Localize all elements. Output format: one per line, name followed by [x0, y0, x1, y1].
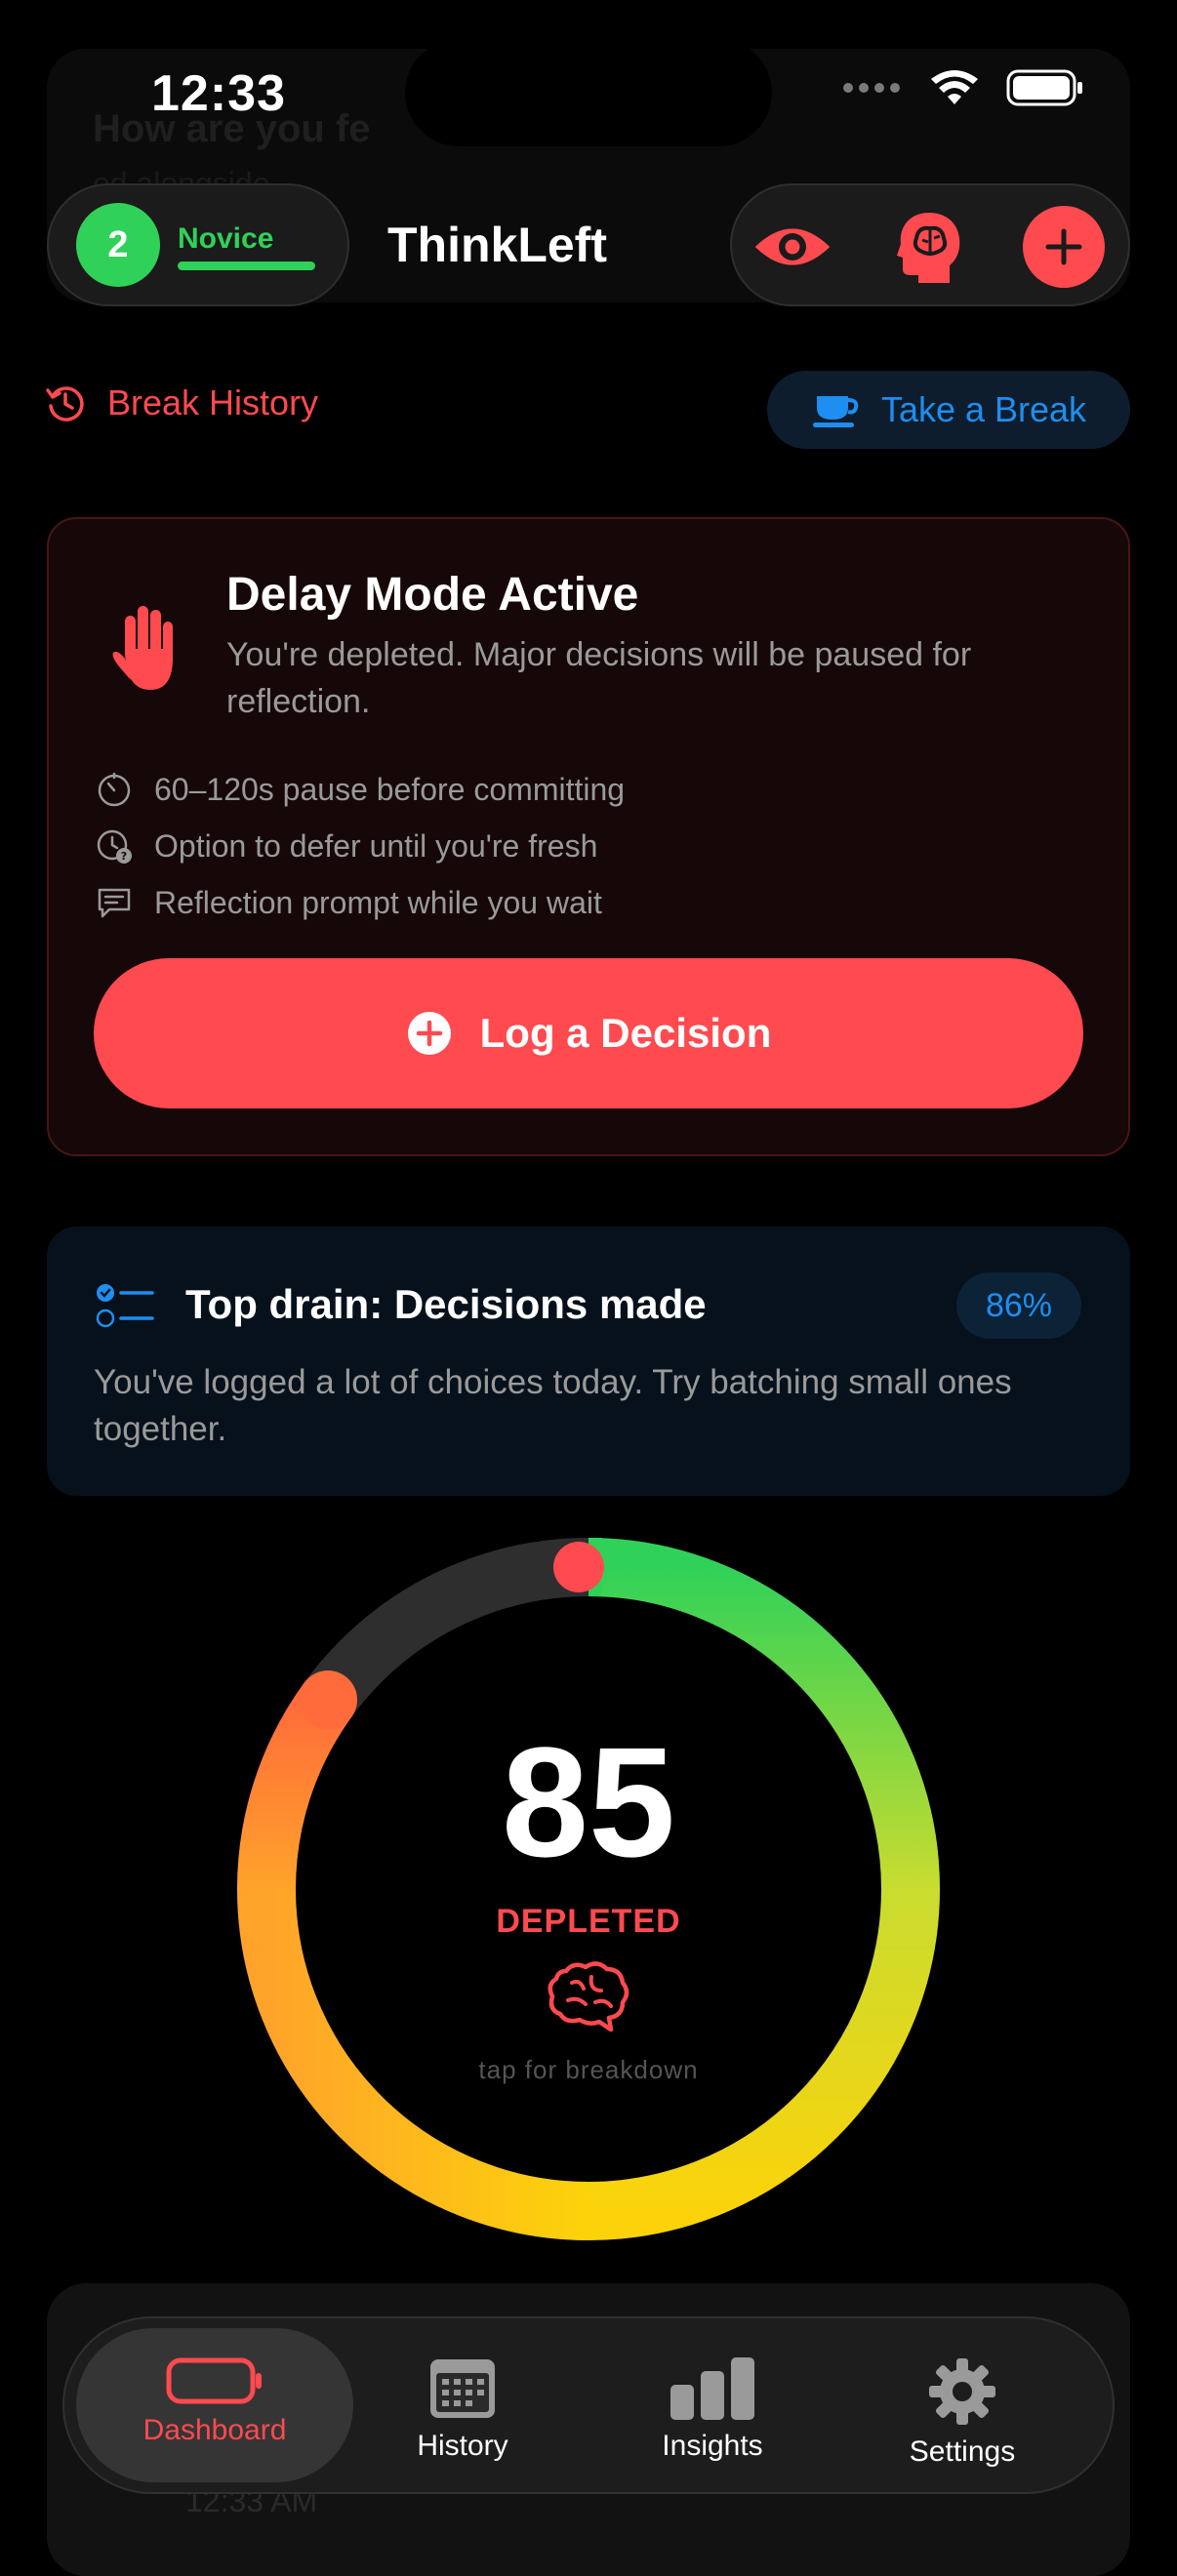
- gauge-marker: [553, 1542, 604, 1592]
- plus-circle-icon: [407, 1012, 451, 1055]
- wifi-icon: [931, 70, 978, 104]
- take-break-button[interactable]: Take a Break: [767, 371, 1130, 449]
- calendar-icon: [430, 2359, 495, 2418]
- gauge-value: 85: [502, 1714, 675, 1889]
- delay-title: Delay Mode Active: [226, 569, 639, 621]
- gauge-hint: tap for breakdown: [478, 2055, 699, 2084]
- drain-percent-badge: 86%: [956, 1272, 1081, 1339]
- brain-icon: [548, 1961, 629, 2032]
- plus-icon: [1045, 228, 1082, 265]
- message-icon: [98, 888, 131, 918]
- take-break-label: Take a Break: [880, 389, 1087, 429]
- delay-feature-pause: 60–120s pause before committing: [96, 761, 625, 818]
- break-history-label: Break History: [107, 382, 319, 423]
- bar-chart-icon: [670, 2357, 754, 2420]
- add-button[interactable]: [1023, 206, 1105, 288]
- status-time: 12:33: [151, 65, 286, 122]
- tab-history[interactable]: History: [355, 2357, 570, 2463]
- break-history-link[interactable]: Break History: [45, 382, 318, 423]
- drain-description: You've logged a lot of choices today. Tr…: [94, 1363, 1012, 1448]
- focus-button[interactable]: [751, 206, 833, 288]
- brain-head-icon: [897, 213, 960, 283]
- level-name: Novice: [178, 222, 274, 255]
- delay-description: You're depleted. Major decisions will be…: [226, 636, 972, 720]
- level-badge: 2: [76, 203, 160, 287]
- level-progress-bar: [178, 262, 315, 270]
- drain-title: Top drain: Decisions made: [185, 1281, 707, 1327]
- delay-features: 60–120s pause before committing ? Option…: [96, 761, 625, 931]
- gear-icon: [929, 2358, 995, 2425]
- delay-mode-card: Delay Mode Active You're depleted. Major…: [47, 517, 1130, 1156]
- status-icons: [842, 68, 1084, 107]
- app-title: ThinkLeft: [387, 218, 607, 272]
- gauge-status: DEPLETED: [496, 1903, 681, 1940]
- battery-icon: [166, 2357, 262, 2404]
- tab-bar: Dashboard History Insights Settings: [62, 2316, 1115, 2494]
- mind-button[interactable]: [888, 206, 970, 288]
- svg-text:?: ?: [121, 850, 127, 863]
- header-actions: [730, 183, 1130, 306]
- delay-feature-reflection: Reflection prompt while you wait: [96, 874, 625, 931]
- top-drain-card[interactable]: Top drain: Decisions made 86% You've log…: [47, 1227, 1130, 1496]
- log-decision-button[interactable]: Log a Decision: [94, 958, 1083, 1108]
- tab-insights[interactable]: Insights: [605, 2357, 820, 2463]
- level-indicator[interactable]: 2 Novice: [47, 183, 349, 306]
- timer-icon: [98, 772, 131, 807]
- battery-status-icon: [1006, 69, 1082, 106]
- tab-settings[interactable]: Settings: [855, 2357, 1070, 2469]
- dynamic-island: [405, 39, 772, 146]
- checklist-icon: [96, 1284, 154, 1328]
- eye-icon: [754, 228, 831, 265]
- history-icon: [46, 386, 84, 422]
- cup-icon: [812, 396, 859, 427]
- hand-raised-icon: [112, 606, 173, 690]
- delay-feature-defer: ? Option to defer until you're fresh: [96, 818, 625, 874]
- cellular-icon: [843, 83, 900, 93]
- tab-dashboard[interactable]: Dashboard: [107, 2357, 322, 2447]
- clock-question-icon: ?: [97, 829, 132, 864]
- log-decision-label: Log a Decision: [479, 1010, 772, 1056]
